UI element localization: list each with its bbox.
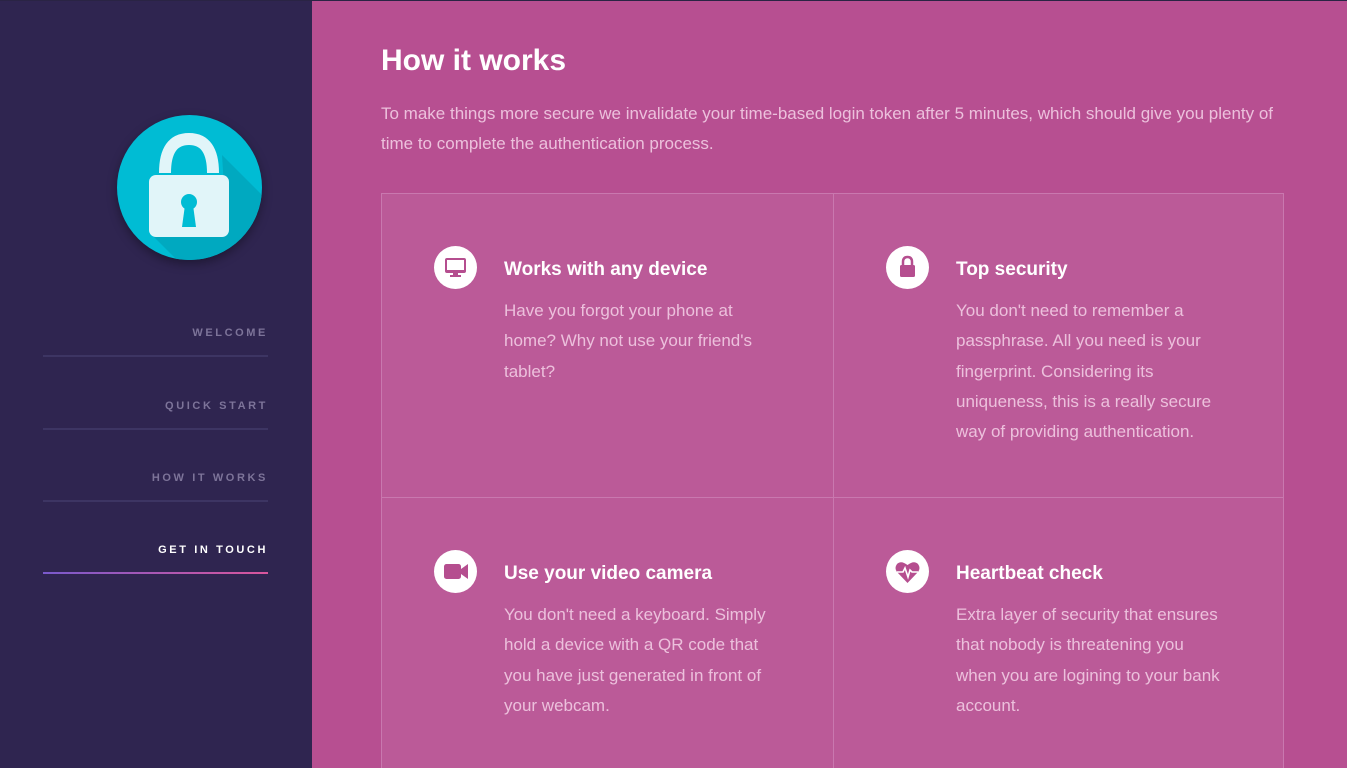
feature-title: Heartbeat check — [956, 563, 1103, 584]
lock-icon — [886, 246, 929, 289]
lock-logo — [117, 115, 262, 260]
feature-text: You don't need to remember a passphrase.… — [956, 301, 1212, 442]
feature-text: Have you forgot your phone at home? Why … — [504, 301, 752, 381]
feature-title: Use your video camera — [504, 563, 713, 584]
nav-item-label: GET IN TOUCH — [158, 544, 268, 556]
monitor-icon — [434, 246, 477, 289]
nav-item-label: QUICK START — [165, 400, 268, 412]
intro-text: To make things more secure we invalidate… — [381, 104, 1274, 153]
nav-item-how-it-works[interactable]: HOW IT WORKS — [43, 472, 268, 502]
grid-divider-horizontal — [382, 497, 1283, 498]
nav-item-label: HOW IT WORKS — [151, 472, 268, 484]
nav-item-get-in-touch[interactable]: GET IN TOUCH — [43, 544, 268, 574]
sidebar: WELCOME QUICK START HOW IT WORKS GET IN … — [0, 1, 312, 768]
heartbeat-icon — [886, 550, 929, 593]
feature-title: Top security — [956, 259, 1068, 280]
nav-item-quick-start[interactable]: QUICK START — [43, 400, 268, 430]
feature-text: You don't need a keyboard. Simply hold a… — [504, 605, 766, 715]
lock-icon — [149, 132, 262, 260]
nav-item-label: WELCOME — [192, 327, 268, 339]
features-grid: Works with any device Have you forgot yo… — [381, 193, 1284, 768]
feature-title: Works with any device — [504, 259, 708, 280]
feature-text: Extra layer of security that ensures tha… — [956, 605, 1220, 715]
nav-item-welcome[interactable]: WELCOME — [43, 327, 268, 357]
grid-divider-vertical — [833, 194, 834, 768]
page-title: How it works — [381, 44, 567, 77]
video-camera-icon — [434, 550, 477, 593]
